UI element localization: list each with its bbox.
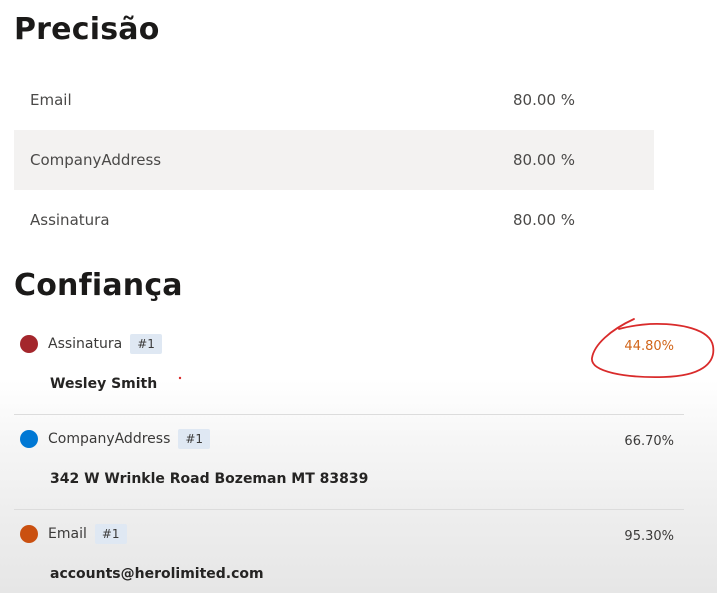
- field-label: CompanyAddress: [48, 431, 171, 447]
- field-label: Email: [48, 526, 87, 542]
- instance-badge: #1: [178, 429, 211, 449]
- field-color-dot: [20, 335, 38, 353]
- precision-row: CompanyAddress 80.00 %: [14, 130, 654, 190]
- confidence-value: 95.30%: [624, 529, 674, 544]
- confidence-item-companyaddress[interactable]: CompanyAddress #1 66.70% 342 W Wrinkle R…: [14, 415, 684, 510]
- confidence-item-header: Email #1: [20, 524, 127, 544]
- instance-badge: #1: [130, 334, 162, 354]
- precision-row: Assinatura 80.00 %: [14, 190, 654, 250]
- confidence-value: 44.80%: [624, 339, 674, 354]
- precision-field-name: Email: [30, 91, 72, 109]
- confidence-item-assinatura[interactable]: Assinatura #1 44.80% Wesley Smith: [14, 320, 684, 415]
- precision-table: Email 80.00 % CompanyAddress 80.00 % Ass…: [14, 70, 654, 250]
- extracted-text: 342 W Wrinkle Road Bozeman MT 83839: [50, 471, 369, 487]
- field-label: Assinatura: [48, 336, 123, 352]
- confidence-item-header: Assinatura #1: [20, 334, 162, 354]
- confidence-item-email[interactable]: Email #1 95.30% accounts@herolimited.com: [14, 510, 684, 604]
- extracted-text: Wesley Smith: [50, 376, 158, 392]
- precision-field-name: Assinatura: [30, 211, 110, 229]
- precision-field-value: 80.00 %: [513, 211, 575, 229]
- precision-field-value: 80.00 %: [513, 151, 575, 169]
- precision-row: Email 80.00 %: [14, 70, 654, 130]
- confidence-title: Confiança: [14, 268, 183, 303]
- precision-field-value: 80.00 %: [513, 91, 575, 109]
- field-color-dot: [20, 430, 38, 448]
- confidence-list: Assinatura #1 44.80% Wesley Smith Compan…: [14, 320, 684, 604]
- confidence-item-header: CompanyAddress #1: [20, 429, 211, 449]
- instance-badge: #1: [94, 524, 127, 544]
- extracted-text: accounts@herolimited.com: [50, 566, 264, 582]
- precision-field-name: CompanyAddress: [30, 151, 162, 169]
- precision-title: Precisão: [14, 12, 160, 47]
- field-color-dot: [20, 525, 38, 543]
- confidence-value: 66.70%: [624, 434, 674, 449]
